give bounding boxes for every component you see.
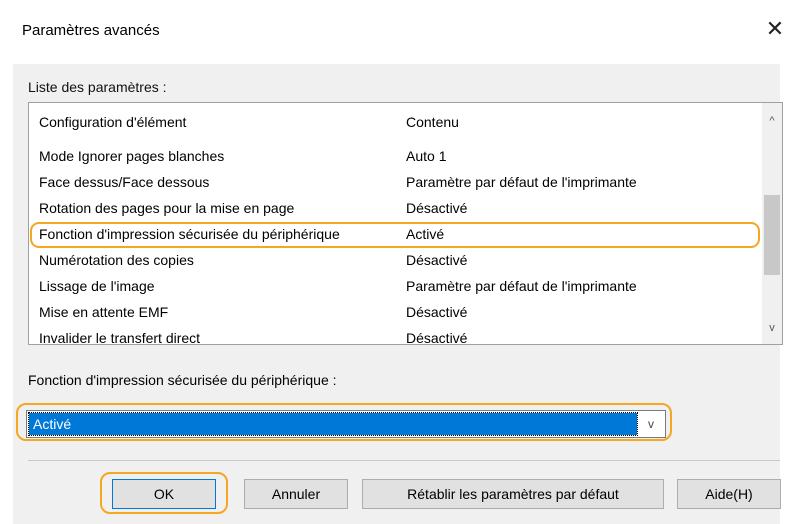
row-item: Mode Ignorer pages blanches bbox=[39, 148, 225, 164]
divider bbox=[28, 460, 780, 461]
column-header-item[interactable]: Configuration d'élément bbox=[39, 114, 186, 130]
list-row[interactable]: Numérotation des copies Désactivé bbox=[29, 247, 761, 273]
settings-list-label: Liste des paramètres : bbox=[28, 79, 167, 95]
row-value: Désactivé bbox=[406, 304, 468, 320]
row-value: Auto 1 bbox=[406, 148, 447, 164]
list-row[interactable]: Mode Ignorer pages blanches Auto 1 bbox=[29, 143, 761, 169]
row-value: Paramètre par défaut de l'imprimante bbox=[406, 174, 637, 190]
row-value: Désactivé bbox=[406, 330, 468, 345]
ok-button[interactable]: OK bbox=[112, 479, 216, 509]
list-row[interactable]: Face dessus/Face dessous Paramètre par d… bbox=[29, 169, 761, 195]
vertical-scrollbar[interactable]: ^ v bbox=[762, 103, 782, 344]
row-item: Mise en attente EMF bbox=[39, 304, 169, 320]
row-item: Lissage de l'image bbox=[39, 278, 155, 294]
window-title: Paramètres avancés bbox=[22, 22, 160, 39]
scroll-thumb[interactable] bbox=[764, 195, 780, 275]
cancel-button[interactable]: Annuler bbox=[244, 479, 348, 509]
list-row-selected[interactable]: Fonction d'impression sécurisée du périp… bbox=[29, 221, 761, 247]
dropdown-selected-value[interactable]: Activé bbox=[28, 412, 638, 436]
row-item: Invalider le transfert direct bbox=[39, 330, 201, 345]
row-item: Rotation des pages pour la mise en page bbox=[39, 200, 295, 216]
list-row[interactable]: Rotation des pages pour la mise en page … bbox=[29, 195, 761, 221]
setting-dropdown[interactable]: Activé v bbox=[26, 410, 666, 438]
row-item: Numérotation des copies bbox=[39, 252, 194, 268]
setting-label: Fonction d'impression sécurisée du périp… bbox=[28, 372, 337, 388]
scroll-up-icon[interactable]: ^ bbox=[762, 111, 782, 131]
help-button[interactable]: Aide(H) bbox=[677, 479, 781, 509]
row-value: Paramètre par défaut de l'imprimante bbox=[406, 278, 637, 294]
row-value: Désactivé bbox=[406, 200, 468, 216]
close-icon[interactable]: ✕ bbox=[760, 14, 790, 44]
list-row[interactable]: Invalider le transfert direct Désactivé bbox=[29, 325, 761, 345]
list-row[interactable]: Mise en attente EMF Désactivé bbox=[29, 299, 761, 325]
settings-list[interactable]: Configuration d'élément Contenu Mode Ign… bbox=[28, 102, 783, 345]
settings-rows: Mode Ignorer pages blanches Auto 1 Face … bbox=[29, 143, 761, 345]
row-item: Face dessus/Face dessous bbox=[39, 174, 210, 190]
scroll-down-icon[interactable]: v bbox=[762, 318, 782, 338]
reset-defaults-button[interactable]: Rétablir les paramètres par défaut bbox=[362, 479, 664, 509]
row-value: Désactivé bbox=[406, 252, 468, 268]
chevron-down-icon[interactable]: v bbox=[637, 411, 665, 437]
row-item: Fonction d'impression sécurisée du périp… bbox=[39, 226, 340, 242]
row-value: Activé bbox=[406, 226, 445, 242]
column-header-content[interactable]: Contenu bbox=[406, 114, 459, 130]
list-row[interactable]: Lissage de l'image Paramètre par défaut … bbox=[29, 273, 761, 299]
